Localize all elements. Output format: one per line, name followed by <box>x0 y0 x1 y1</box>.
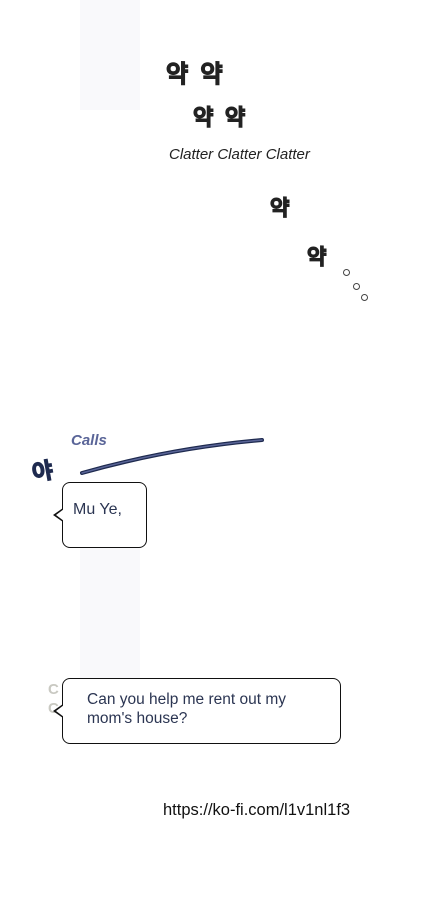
panel-background-top <box>80 0 140 110</box>
call-swoosh-line <box>80 438 264 475</box>
speech-bubble-text: Can you help me rent out my mom's house? <box>87 690 286 728</box>
kofi-link[interactable]: https://ko-fi.com/l1v1nl1f3 <box>163 801 350 820</box>
speech-bubble-tail-fill <box>56 705 64 717</box>
ellipsis-dot <box>353 283 360 290</box>
speech-bubble: Can you help me rent out my mom's house? <box>53 678 341 744</box>
speech-bubble-tail-fill <box>56 509 64 521</box>
ellipsis-dot <box>361 294 368 301</box>
sfx-korean-line-4: 약 <box>306 244 329 269</box>
call-swoosh-line <box>81 439 263 474</box>
call-stroke <box>80 438 264 475</box>
speech-bubble-line: Can you help me rent out my <box>87 691 287 708</box>
ellipsis-dot <box>343 269 350 276</box>
sfx-korean-line-3: 약 <box>269 195 292 220</box>
sfx-korean-line-2: 약 약 <box>192 105 248 131</box>
speech-bubble-line: mom's house? <box>87 710 188 727</box>
watermark-line: C <box>48 681 59 698</box>
sfx-korean-line-1: 약 약 <box>165 59 225 88</box>
panel-background-bottom <box>80 548 140 680</box>
speech-bubble: Mu Ye, <box>53 482 147 548</box>
speech-bubble-text: Mu Ye, <box>73 501 122 518</box>
sfx-caption: Clatter Clatter Clatter <box>169 146 310 163</box>
